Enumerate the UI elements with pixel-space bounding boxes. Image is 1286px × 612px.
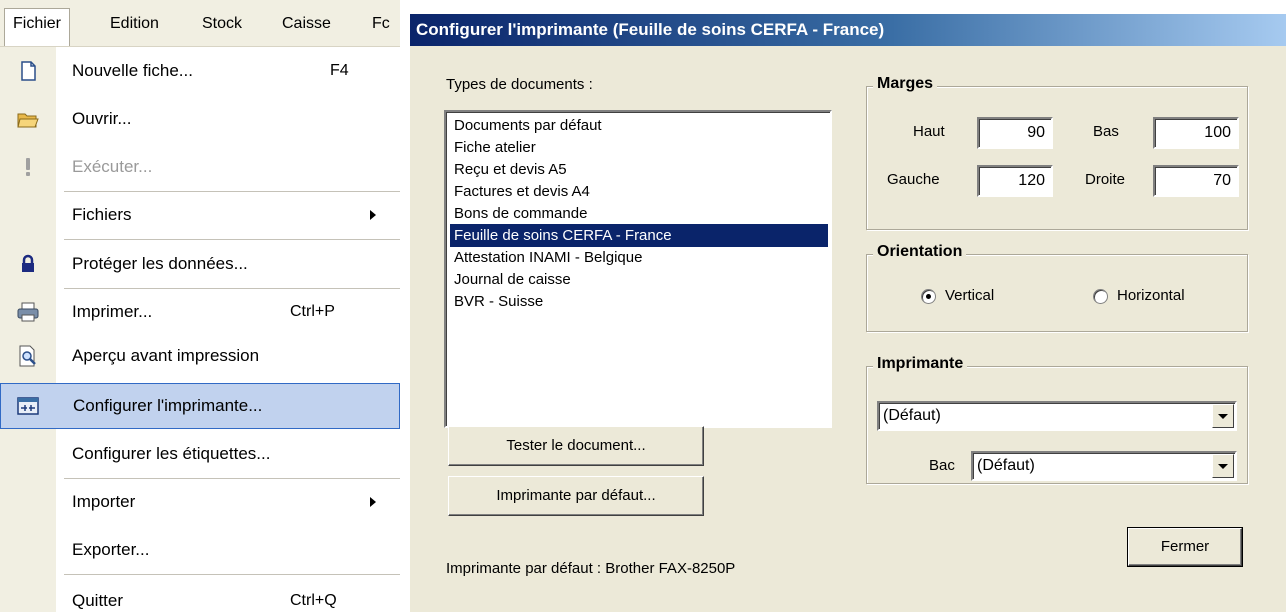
default-printer-status: Imprimante par défaut : Brother FAX-8250… bbox=[446, 560, 736, 577]
list-item[interactable]: BVR - Suisse bbox=[450, 290, 828, 313]
lock-icon bbox=[22, 254, 34, 272]
printer-select[interactable]: (Défaut) bbox=[877, 401, 1237, 431]
printer-setup-icon bbox=[17, 397, 39, 415]
menu-item-configurer-etiquettes[interactable]: Configurer les étiquettes... bbox=[0, 430, 400, 478]
menu-item-fichiers[interactable]: Fichiers bbox=[0, 191, 400, 239]
orientation-group: Orientation Vertical Horizontal bbox=[866, 243, 1248, 332]
document-types-list[interactable]: Documents par défaut Fiche atelier Reçu … bbox=[444, 110, 832, 428]
bas-label: Bas bbox=[1093, 123, 1119, 140]
menu-label: Ouvrir... bbox=[72, 109, 132, 128]
menu-label: Imprimer... bbox=[72, 302, 153, 321]
menu-shortcut: F4 bbox=[330, 62, 349, 79]
printer-group: Imprimante (Défaut) Bac (Défaut) bbox=[866, 355, 1248, 484]
menu-label: Nouvelle fiche... bbox=[72, 61, 193, 80]
menu-label: Quitter bbox=[72, 591, 124, 610]
menu-item-configurer-imprimante[interactable]: Configurer l'imprimante... bbox=[0, 383, 400, 429]
menubar-edition[interactable]: Edition bbox=[102, 12, 167, 36]
menubar-stock[interactable]: Stock bbox=[194, 12, 250, 36]
list-item[interactable]: Documents par défaut bbox=[450, 114, 828, 137]
printer-select-value: (Défaut) bbox=[883, 407, 941, 424]
menu-label: Protéger les données... bbox=[72, 254, 248, 273]
fichier-menu: Fichier Edition Stock Caisse Fc Nouvelle… bbox=[0, 0, 400, 612]
horizontal-label[interactable]: Horizontal bbox=[1117, 287, 1185, 304]
menu-label: Configurer l'imprimante... bbox=[73, 396, 263, 415]
vertical-label[interactable]: Vertical bbox=[945, 287, 994, 304]
menu-label: Importer bbox=[72, 492, 136, 511]
menu-label: Fichiers bbox=[72, 205, 132, 224]
list-item[interactable]: Bons de commande bbox=[450, 202, 828, 225]
menubar-caisse[interactable]: Caisse bbox=[274, 12, 339, 36]
list-item[interactable]: Fiche atelier bbox=[450, 136, 828, 159]
menu-item-nouvelle-fiche[interactable]: Nouvelle fiche... F4 bbox=[0, 47, 400, 95]
menubar-fichier[interactable]: Fichier bbox=[4, 8, 71, 46]
print-preview-icon bbox=[19, 345, 36, 367]
menu-item-importer[interactable]: Importer bbox=[0, 478, 400, 526]
menu-separator bbox=[64, 574, 400, 575]
menu-item-imprimer[interactable]: Imprimer... Ctrl+P bbox=[0, 288, 400, 336]
chevron-down-icon[interactable] bbox=[1212, 404, 1234, 428]
submenu-arrow-icon bbox=[370, 497, 376, 507]
submenu-arrow-icon bbox=[370, 210, 376, 220]
default-printer-button[interactable]: Imprimante par défaut... bbox=[448, 476, 704, 516]
menu-item-ouvrir[interactable]: Ouvrir... bbox=[0, 95, 400, 143]
menubar-fc[interactable]: Fc bbox=[364, 12, 398, 36]
margins-title: Marges bbox=[873, 75, 938, 93]
bac-select[interactable]: (Défaut) bbox=[971, 451, 1237, 481]
list-item-selected[interactable]: Feuille de soins CERFA - France bbox=[450, 224, 828, 247]
menu-shortcut: Ctrl+Q bbox=[290, 592, 337, 609]
menu-shortcut: Ctrl+P bbox=[290, 303, 335, 320]
menu-item-apercu[interactable]: Aperçu avant impression bbox=[0, 332, 400, 380]
bas-field[interactable]: 100 bbox=[1153, 117, 1239, 149]
menubar: Fichier Edition Stock Caisse Fc bbox=[0, 0, 400, 47]
list-item[interactable]: Factures et devis A4 bbox=[450, 180, 828, 203]
orientation-title: Orientation bbox=[873, 243, 967, 261]
menu-label: Exporter... bbox=[72, 540, 150, 559]
haut-field[interactable]: 90 bbox=[977, 117, 1053, 149]
margins-group: Marges Haut 90 Bas 100 Gauche 120 Droite… bbox=[866, 75, 1248, 230]
gauche-label: Gauche bbox=[887, 171, 940, 188]
new-document-icon bbox=[21, 61, 36, 81]
gauche-field[interactable]: 120 bbox=[977, 165, 1053, 197]
open-folder-icon bbox=[17, 113, 39, 128]
horizontal-radio[interactable] bbox=[1093, 289, 1108, 304]
menu-item-executer: Exécuter... bbox=[0, 143, 400, 191]
types-documents-label: Types de documents : bbox=[446, 76, 593, 93]
printer-config-dialog: Configurer l'imprimante (Feuille de soin… bbox=[410, 14, 1286, 612]
menu-item-exporter[interactable]: Exporter... bbox=[0, 526, 400, 574]
close-button[interactable]: Fermer bbox=[1127, 527, 1243, 567]
menu-label: Aperçu avant impression bbox=[72, 346, 260, 365]
list-item[interactable]: Reçu et devis A5 bbox=[450, 158, 828, 181]
test-document-button[interactable]: Tester le document... bbox=[448, 426, 704, 466]
dialog-title: Configurer l'imprimante (Feuille de soin… bbox=[410, 14, 1286, 46]
menu-label: Configurer les étiquettes... bbox=[72, 444, 271, 463]
vertical-radio[interactable] bbox=[921, 289, 936, 304]
droite-field[interactable]: 70 bbox=[1153, 165, 1239, 197]
haut-label: Haut bbox=[913, 123, 945, 140]
menu-item-proteger[interactable]: Protéger les données... bbox=[0, 240, 400, 288]
printer-icon bbox=[17, 302, 39, 322]
menu-label: Exécuter... bbox=[72, 157, 153, 176]
menu-item-quitter[interactable]: Quitter Ctrl+Q bbox=[0, 578, 400, 612]
list-item[interactable]: Journal de caisse bbox=[450, 268, 828, 291]
bac-label: Bac bbox=[929, 457, 955, 474]
droite-label: Droite bbox=[1085, 171, 1126, 188]
chevron-down-icon[interactable] bbox=[1212, 454, 1234, 478]
bac-select-value: (Défaut) bbox=[977, 457, 1035, 474]
exclamation-icon bbox=[26, 158, 30, 176]
list-item[interactable]: Attestation INAMI - Belgique bbox=[450, 246, 828, 269]
printer-title: Imprimante bbox=[873, 355, 968, 373]
